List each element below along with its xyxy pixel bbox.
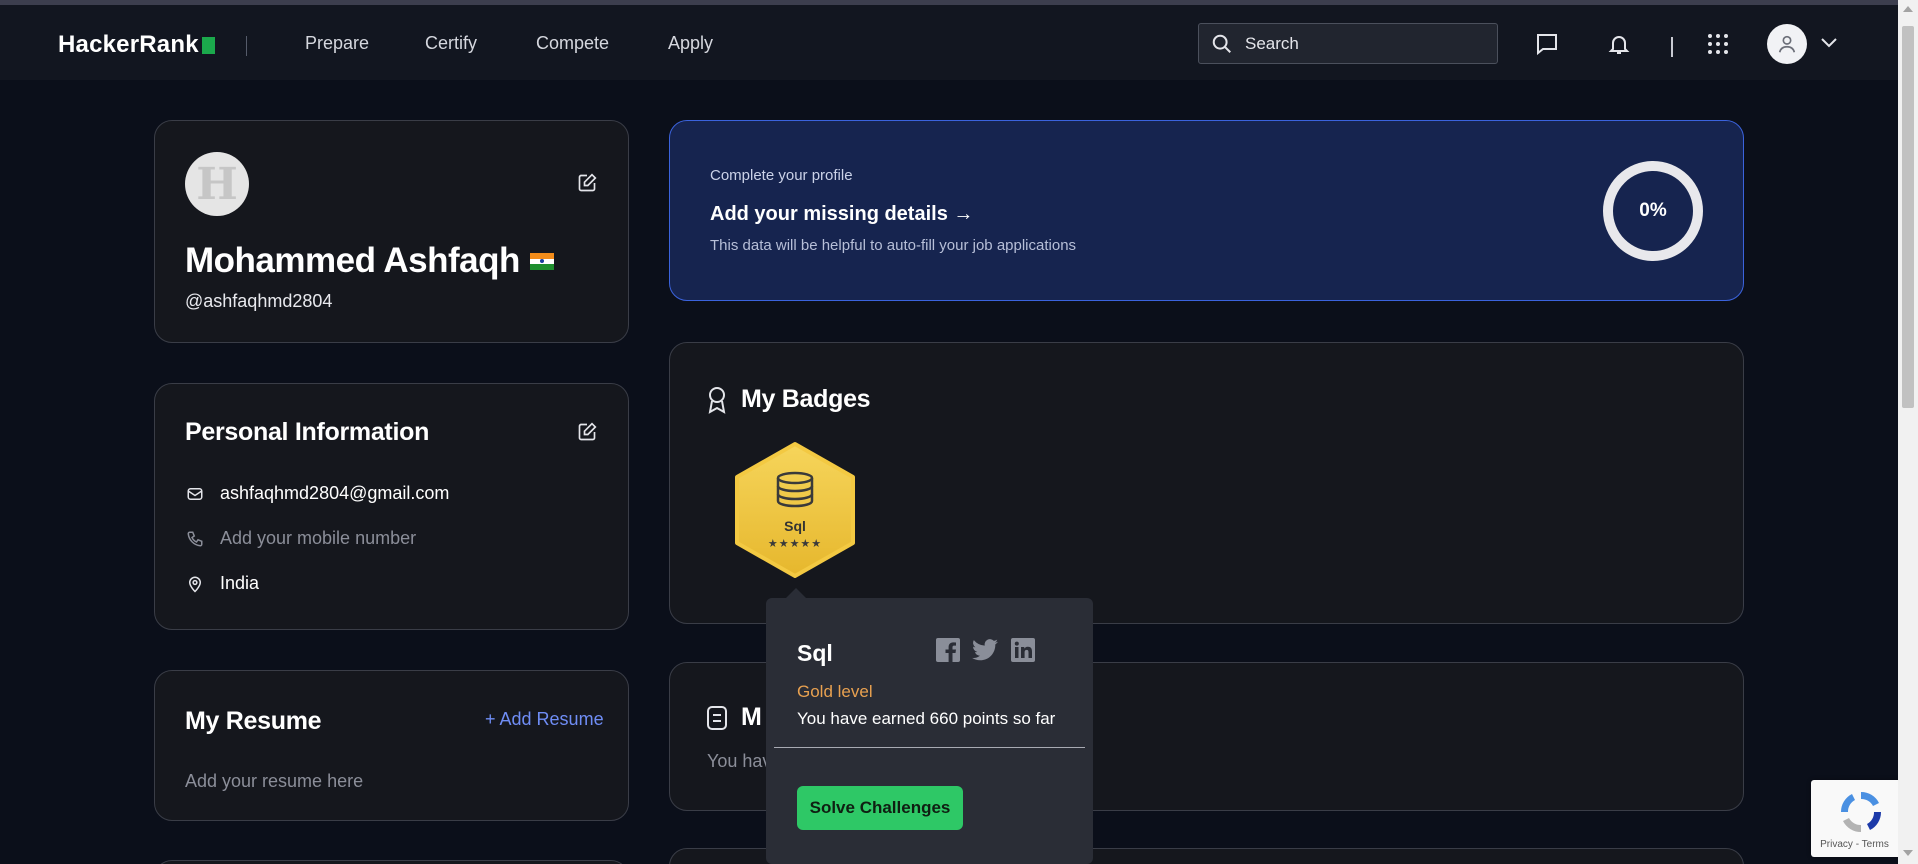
resume-title: My Resume [185, 707, 322, 735]
certificate-icon [707, 706, 727, 730]
notifications-bell-icon[interactable] [1607, 32, 1631, 56]
sql-badge-stars: ★★★★★ [767, 538, 823, 550]
profile-avatar: H [185, 152, 249, 216]
phone-icon [187, 531, 203, 547]
search-placeholder: Search [1245, 33, 1299, 53]
india-flag-icon [529, 252, 554, 270]
next-card-stub [154, 860, 629, 864]
profile-name-text: Mohammed Ashfaqh [185, 241, 520, 280]
mail-icon [187, 487, 203, 500]
top-navigation-bar: HackerRank Prepare Certify Compete Apply… [0, 5, 1898, 80]
logo-text: HackerRank [58, 31, 199, 58]
tooltip-arrow [786, 588, 806, 598]
recaptcha-badge[interactable]: Privacy - Terms [1811, 780, 1898, 857]
email-text: ashfaqhmd2804@gmail.com [220, 483, 450, 503]
tooltip-divider [774, 747, 1085, 748]
resume-hint: Add your resume here [185, 771, 364, 791]
mobile-row[interactable]: Add your mobile number [185, 528, 416, 549]
profile-progress-ring: 0% [1603, 161, 1703, 261]
page-scrollbar[interactable] [1898, 0, 1918, 864]
apps-grid-icon[interactable] [1706, 32, 1730, 56]
complete-profile-banner[interactable]: Complete your profile Add your missing d… [669, 120, 1744, 301]
badge-tooltip: Sql Gold level You have earned 660 point… [766, 588, 1093, 864]
scrollbar-thumb[interactable] [1902, 26, 1914, 408]
twitter-icon[interactable] [972, 638, 998, 662]
nav-compete[interactable]: Compete [536, 33, 609, 54]
add-missing-details-link[interactable]: Add your missing details → [710, 203, 973, 226]
personal-information-card: Personal Information ashfaqhmd2804@gmail… [154, 383, 629, 630]
scroll-up-arrow[interactable] [1903, 6, 1913, 12]
personal-info-title: Personal Information [185, 418, 430, 446]
profile-handle: @ashfaqhmd2804 [185, 291, 333, 311]
profile-progress-label: 0% [1639, 200, 1667, 221]
facebook-icon[interactable] [936, 638, 960, 662]
recaptcha-terms[interactable]: Privacy - Terms [1811, 839, 1898, 850]
my-badges-card: My Badges Sql ★★★★★ [669, 342, 1744, 624]
chevron-down-icon[interactable] [1820, 36, 1838, 50]
edit-personal-info-icon[interactable] [577, 422, 597, 442]
user-avatar-button[interactable] [1767, 24, 1807, 64]
sql-badge-label: Sql [784, 518, 806, 534]
logo-divider [246, 36, 247, 56]
certifications-text-partial: You hav [707, 751, 772, 771]
search-icon [1212, 34, 1231, 53]
tooltip-badge-title: Sql [797, 640, 833, 666]
nav-apply[interactable]: Apply [668, 33, 713, 54]
tooltip-badge-level: Gold level [797, 682, 873, 701]
my-badges-title: My Badges [741, 385, 871, 413]
mobile-placeholder: Add your mobile number [220, 528, 417, 548]
scroll-down-arrow[interactable] [1903, 850, 1913, 856]
resume-card: My Resume + Add Resume Add your resume h… [154, 670, 629, 821]
country-text: India [220, 573, 260, 593]
header-divider [1671, 37, 1673, 57]
user-icon [1778, 35, 1796, 53]
linkedin-icon[interactable] [1011, 638, 1035, 662]
profile-card: H Mohammed Ashfaqh @ashfaqhmd2804 [154, 120, 629, 343]
tooltip-points-text: You have earned 660 points so far [797, 709, 1056, 728]
search-box[interactable]: Search [1198, 23, 1498, 64]
add-resume-link[interactable]: + Add Resume [485, 709, 604, 730]
recaptcha-logo-icon [1840, 791, 1882, 833]
sql-badge[interactable]: Sql ★★★★★ [732, 441, 858, 579]
email-row: ashfaqhmd2804@gmail.com [185, 483, 449, 504]
hackerrank-logo[interactable]: HackerRank [58, 31, 215, 59]
badge-ribbon-icon [708, 387, 726, 414]
edit-profile-icon[interactable] [577, 173, 597, 193]
location-pin-icon [188, 576, 202, 593]
messages-icon[interactable] [1535, 32, 1559, 56]
banner-subtitle: Complete your profile [710, 167, 853, 184]
location-row: India [185, 573, 259, 594]
nav-prepare[interactable]: Prepare [305, 33, 369, 54]
logo-square [201, 36, 215, 54]
banner-description: This data will be helpful to auto-fill y… [710, 237, 1077, 254]
profile-name: Mohammed Ashfaqh [185, 241, 554, 281]
solve-challenges-button[interactable]: Solve Challenges [797, 786, 963, 830]
certifications-title-partial: M [741, 703, 762, 731]
nav-certify[interactable]: Certify [425, 33, 477, 54]
badge-hexagon-shape [735, 442, 855, 578]
